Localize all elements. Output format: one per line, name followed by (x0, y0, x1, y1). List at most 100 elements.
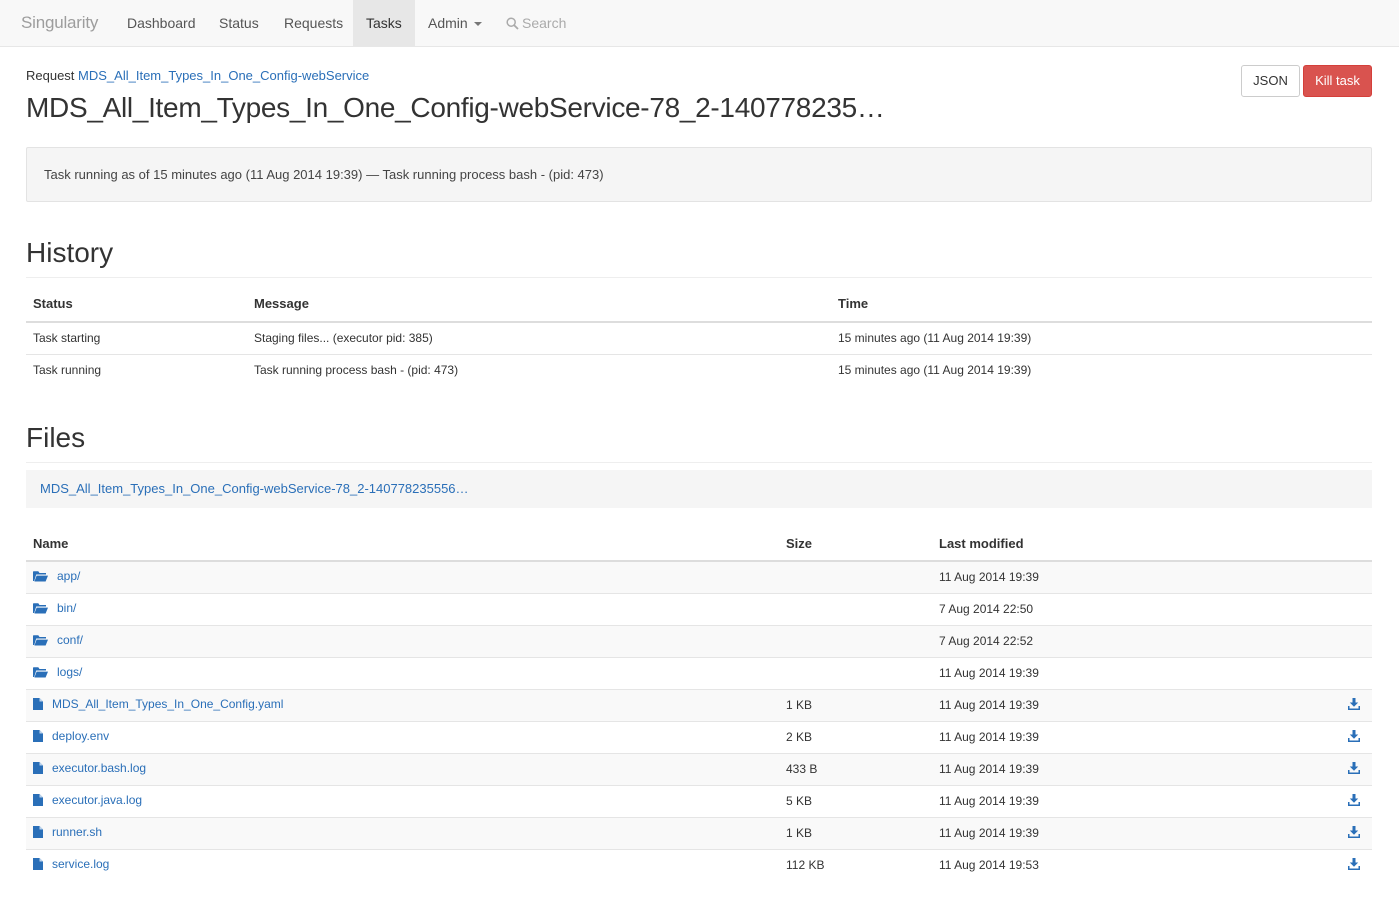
files-divider (26, 462, 1372, 463)
file-row: deploy.env 2 KB 11 Aug 2014 19:39 (26, 720, 1372, 753)
file-name-link[interactable]: logs/ (57, 665, 82, 679)
file-modified: 11 Aug 2014 19:39 (932, 720, 1302, 753)
kill-task-button[interactable]: Kill task (1303, 65, 1372, 97)
file-actions-cell (1302, 720, 1372, 753)
download-icon[interactable] (1348, 857, 1360, 873)
file-name-cell: app/ (26, 560, 779, 593)
file-row: MDS_All_Item_Types_In_One_Config.yaml 1 K… (26, 688, 1372, 721)
file-row: app/11 Aug 2014 19:39 (26, 560, 1372, 593)
file-row: logs/11 Aug 2014 19:39 (26, 656, 1372, 689)
file-modified: 11 Aug 2014 19:39 (932, 560, 1302, 593)
file-actions-cell (1302, 752, 1372, 785)
file-name-cell: service.log (26, 848, 779, 881)
file-name-cell: deploy.env (26, 720, 779, 753)
files-col-name: Name (26, 526, 779, 562)
brand-logo[interactable]: Singularity (21, 13, 98, 33)
files-col-modified: Last modified (932, 526, 1302, 562)
history-message: Task running process bash - (pid: 473) (247, 353, 831, 386)
file-name-cell: executor.bash.log (26, 752, 779, 785)
file-modified: 11 Aug 2014 19:39 (932, 752, 1302, 785)
file-name-link[interactable]: executor.bash.log (52, 761, 146, 775)
file-name-link[interactable]: MDS_All_Item_Types_In_One_Config.yaml (52, 697, 283, 711)
history-status: Task starting (26, 321, 247, 354)
nav-requests[interactable]: Requests (271, 0, 356, 46)
task-status-well: Task running as of 15 minutes ago (11 Au… (26, 147, 1372, 202)
file-actions-cell (1302, 656, 1372, 689)
file-actions-cell (1302, 624, 1372, 657)
json-button[interactable]: JSON (1241, 65, 1300, 97)
download-icon[interactable] (1348, 793, 1360, 809)
folder-icon (33, 602, 48, 617)
file-size: 1 KB (779, 688, 932, 721)
files-col-size: Size (779, 526, 932, 562)
download-icon[interactable] (1348, 825, 1360, 841)
history-header-row: Status Message Time (26, 286, 1372, 323)
history-col-message: Message (247, 286, 831, 323)
file-row: bin/7 Aug 2014 22:50 (26, 592, 1372, 625)
file-size (779, 592, 932, 625)
history-col-status: Status (26, 286, 247, 323)
nav-status[interactable]: Status (206, 0, 272, 46)
file-name-cell: MDS_All_Item_Types_In_One_Config.yaml (26, 688, 779, 721)
download-icon[interactable] (1348, 761, 1360, 777)
file-row: runner.sh 1 KB 11 Aug 2014 19:39 (26, 816, 1372, 849)
file-modified: 11 Aug 2014 19:39 (932, 784, 1302, 817)
file-size: 5 KB (779, 784, 932, 817)
file-name-link[interactable]: bin/ (57, 601, 76, 615)
history-message: Staging files... (executor pid: 385) (247, 321, 831, 354)
folder-icon (33, 666, 48, 681)
file-actions-cell (1302, 592, 1372, 625)
files-body: app/11 Aug 2014 19:39 bin/7 Aug 2014 22:5… (26, 560, 1372, 881)
file-row: service.log 112 KB 11 Aug 2014 19:53 (26, 848, 1372, 881)
file-row: conf/7 Aug 2014 22:52 (26, 624, 1372, 657)
nav-admin-dropdown[interactable]: Admin (415, 0, 495, 46)
files-path-link[interactable]: MDS_All_Item_Types_In_One_Config-webServ… (40, 481, 469, 496)
file-name-link[interactable]: service.log (52, 857, 109, 871)
file-modified: 7 Aug 2014 22:50 (932, 592, 1302, 625)
file-actions-cell (1302, 784, 1372, 817)
download-icon[interactable] (1348, 697, 1360, 713)
nav-tasks[interactable]: Tasks (353, 0, 415, 46)
file-name-link[interactable]: app/ (57, 569, 80, 583)
file-name-link[interactable]: runner.sh (52, 825, 102, 839)
file-name-link[interactable]: conf/ (57, 633, 83, 647)
file-name-cell: logs/ (26, 656, 779, 689)
history-divider (26, 277, 1372, 278)
search-icon (506, 17, 519, 30)
file-name-link[interactable]: deploy.env (52, 729, 109, 743)
files-col-actions (1302, 526, 1372, 562)
file-icon (33, 858, 43, 873)
nav-search[interactable]: Search (506, 0, 566, 46)
file-size: 2 KB (779, 720, 932, 753)
file-size (779, 624, 932, 657)
navbar: Singularity Dashboard Status Requests Ta… (0, 0, 1399, 47)
history-status: Task running (26, 353, 247, 386)
page-title: MDS_All_Item_Types_In_One_Config-webServ… (26, 92, 885, 123)
files-heading: Files (26, 422, 86, 453)
file-size: 1 KB (779, 816, 932, 849)
file-icon (33, 698, 43, 713)
file-modified: 11 Aug 2014 19:53 (932, 848, 1302, 881)
history-table: Status Message Time Task starting Stagin… (26, 286, 1372, 386)
nav-admin-label: Admin (428, 15, 468, 31)
file-modified: 11 Aug 2014 19:39 (932, 688, 1302, 721)
file-row: executor.java.log 5 KB 11 Aug 2014 19:39 (26, 784, 1372, 817)
history-col-time: Time (831, 286, 1372, 323)
request-breadcrumb: Request MDS_All_Item_Types_In_One_Config… (26, 68, 369, 83)
file-icon (33, 826, 43, 841)
file-row: executor.bash.log 433 B 11 Aug 2014 19:39 (26, 752, 1372, 785)
download-icon[interactable] (1348, 729, 1360, 745)
history-row: Task running Task running process bash -… (26, 353, 1372, 386)
file-icon (33, 762, 43, 777)
file-size: 112 KB (779, 848, 932, 881)
file-name-cell: conf/ (26, 624, 779, 657)
request-prefix: Request (26, 68, 75, 83)
file-actions-cell (1302, 848, 1372, 881)
file-modified: 11 Aug 2014 19:39 (932, 816, 1302, 849)
file-name-link[interactable]: executor.java.log (52, 793, 142, 807)
history-time: 15 minutes ago (11 Aug 2014 19:39) (831, 321, 1372, 354)
folder-icon (33, 570, 48, 585)
request-link[interactable]: MDS_All_Item_Types_In_One_Config-webServ… (78, 68, 369, 83)
history-heading: History (26, 237, 114, 268)
nav-dashboard[interactable]: Dashboard (114, 0, 209, 46)
